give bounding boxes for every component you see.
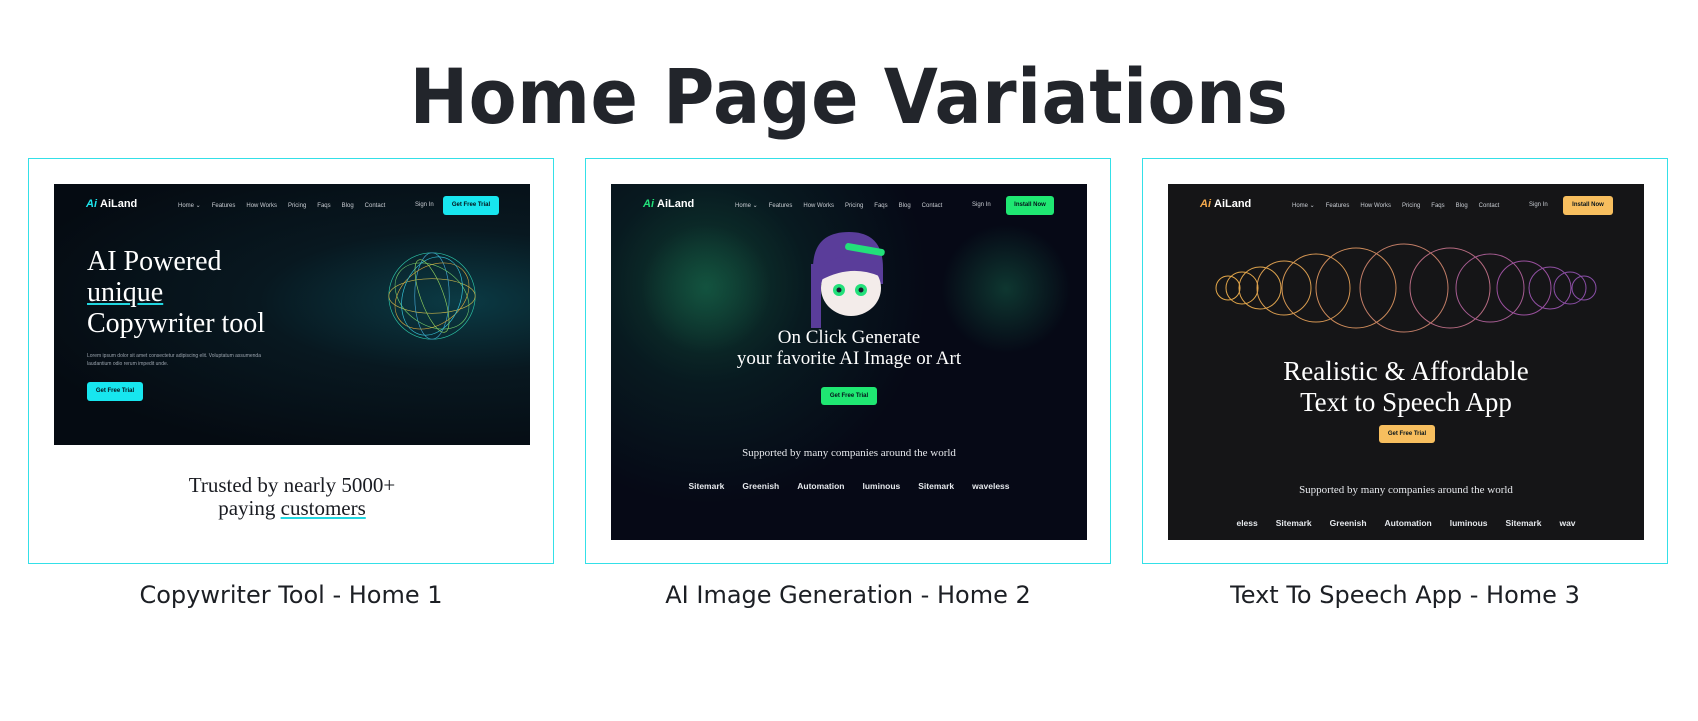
preview-hero-heading: Realistic & Affordable Text to Speech Ap… — [1283, 356, 1529, 417]
preview-navbar: Ai AiLand Home ⌄ Features How Works Pricing F… — [1168, 184, 1644, 226]
preview-hero-heading: AI Powered unique Copywriter tool — [87, 246, 266, 339]
card-caption-home-3[interactable]: Text To Speech App - Home 3 — [1142, 578, 1668, 612]
preview-hero-heading: On Click Generate your favorite AI Image… — [736, 327, 962, 369]
preview-nav-links: Home ⌄ Features How Works Pricing Faqs Blog Co… — [735, 203, 943, 209]
preview-nav-button: Install Now — [1006, 196, 1054, 215]
page-title: Home Page Variations — [409, 51, 1289, 141]
preview-nav-links: Home ⌄ Features How Works Pricing Faqs Blog Co… — [1292, 203, 1500, 209]
preview-signin: Sign In — [972, 202, 991, 208]
preview-card-home-2[interactable]: Ai AiLand Home ⌄ Features How Works Pricing F… — [585, 158, 1111, 564]
brand-logo: Ai AiLand — [1200, 198, 1252, 210]
preview-navbar: Ai AiLand Home ⌄ Features How Works Pricing F… — [611, 184, 1087, 226]
preview-partner-logos: eless Sitemark Greenish Automation luminous S… — [1236, 518, 1576, 528]
preview-cta-button: Get Free Trial — [87, 382, 143, 401]
preview-image-home-2[interactable]: Ai AiLand Home ⌄ Features How Works Pricing F… — [611, 184, 1087, 540]
preview-navbar: Ai AiLand Home ⌄ Features How Works Pricing F… — [54, 184, 530, 226]
brand-logo: Ai AiLand — [86, 198, 138, 210]
preview-supported-text: Supported by many companies around the w… — [742, 447, 956, 459]
brand-logo: Ai AiLand — [643, 198, 695, 210]
card-caption-home-1[interactable]: Copywriter Tool - Home 1 — [28, 578, 554, 612]
preview-nav-button: Install Now — [1563, 196, 1613, 215]
preview-trusted-text: Trusted by nearly 5000+ paying customers — [188, 473, 396, 520]
preview-signin: Sign In — [415, 202, 434, 208]
preview-cta-button: Get Free Trial — [821, 387, 877, 405]
preview-nav-button: Get Free Trial — [443, 196, 499, 215]
preview-nav-links: Home ⌄ Features How Works Pricing Faqs Blog Co… — [178, 203, 386, 209]
preview-card-home-1[interactable]: Ai AiLand Home ⌄ Features How Works Pricing F… — [28, 158, 554, 564]
preview-supported-text: Supported by many companies around the w… — [1299, 484, 1513, 496]
sound-wave-rings-icon — [1215, 243, 1597, 333]
preview-cta-button: Get Free Trial — [1379, 425, 1435, 443]
card-caption-home-2[interactable]: AI Image Generation - Home 2 — [585, 578, 1111, 612]
preview-signin: Sign In — [1529, 202, 1548, 208]
preview-image-home-1[interactable]: Ai AiLand Home ⌄ Features How Works Pricing F… — [54, 184, 530, 445]
preview-card-home-3[interactable]: Ai AiLand Home ⌄ Features How Works Pricing F… — [1142, 158, 1668, 564]
preview-image-home-3[interactable]: Ai AiLand Home ⌄ Features How Works Pricing F… — [1168, 184, 1644, 540]
preview-partner-logos: Sitemark Greenish Automation luminous Sitema… — [688, 481, 1010, 491]
avatar-illustration-icon — [811, 232, 885, 328]
preview-hero-text: Lorem ipsum dolor sit amet consectetur a… — [87, 353, 261, 367]
globe-illustration-icon — [388, 252, 476, 340]
